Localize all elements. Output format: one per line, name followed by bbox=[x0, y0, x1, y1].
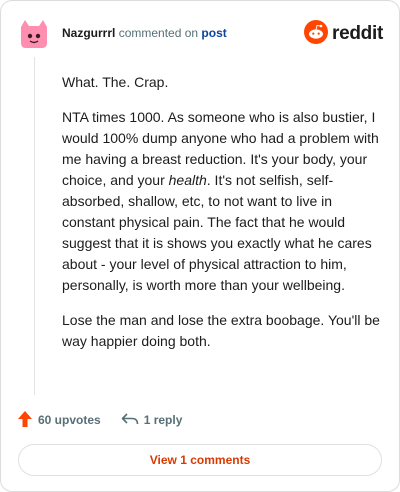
comment-body: What. The. Crap. NTA times 1000. As some… bbox=[62, 72, 382, 366]
upvote-count: 60 upvotes bbox=[38, 413, 101, 427]
reddit-logo-icon bbox=[304, 19, 329, 49]
reply-button[interactable]: 1 reply bbox=[121, 412, 183, 429]
emphasis-health: health bbox=[168, 172, 207, 188]
comment-actions: 60 upvotes 1 reply bbox=[17, 409, 182, 431]
comment-meta: Nazgurrrl commented on post bbox=[62, 26, 227, 40]
reddit-brand[interactable]: reddit bbox=[304, 19, 383, 49]
upvote-arrow-icon bbox=[17, 410, 38, 431]
reply-arrow-icon bbox=[121, 412, 144, 429]
reddit-wordmark: reddit bbox=[332, 23, 383, 44]
comment-paragraph-2: NTA times 1000. As someone who is also b… bbox=[62, 109, 379, 293]
action-text: commented on bbox=[118, 26, 199, 40]
user-avatar-icon[interactable] bbox=[17, 17, 51, 51]
comment-paragraph-1: What. The. Crap. bbox=[62, 74, 169, 90]
view-comments-button[interactable]: View 1 comments bbox=[18, 444, 382, 476]
username-link[interactable]: Nazgurrrl bbox=[62, 26, 115, 40]
reply-count: 1 reply bbox=[143, 413, 183, 427]
comment-paragraph-3: Lose the man and lose the extra boobage.… bbox=[62, 312, 380, 349]
comment-header: Nazgurrrl commented on post reddit bbox=[17, 17, 383, 51]
post-link[interactable]: post bbox=[201, 26, 226, 40]
comment-card: Nazgurrrl commented on post reddit What.… bbox=[0, 0, 400, 492]
upvote-button[interactable]: 60 upvotes bbox=[17, 410, 101, 431]
thread-line bbox=[34, 57, 35, 395]
